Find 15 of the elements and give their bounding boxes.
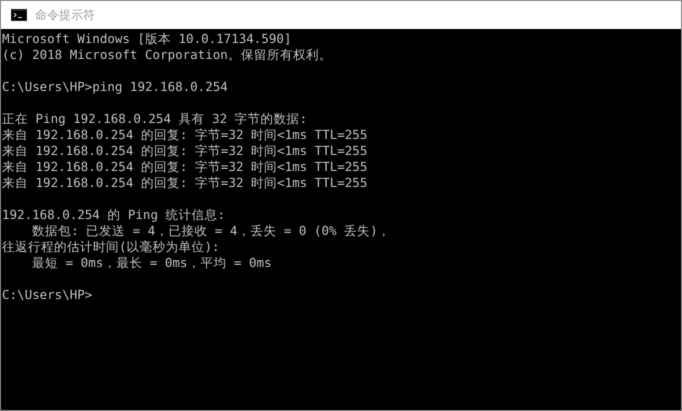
console-line: 正在 Ping 192.168.0.254 具有 32 字节的数据: [2,111,308,127]
console-line: C:\Users\HP> [2,287,92,303]
console-line: 来自 192.168.0.254 的回复: 字节=32 时间<1ms TTL=255 [2,127,368,143]
console-line: 最短 = 0ms，最长 = 0ms，平均 = 0ms [31,255,272,271]
console-line: 192.168.0.254 的 Ping 统计信息: [2,207,226,223]
console-line: 来自 192.168.0.254 的回复: 字节=32 时间<1ms TTL=255 [2,159,368,175]
console-line: 往返行程的估计时间(以毫秒为单位): [2,239,220,255]
console-line: (c) 2018 Microsoft Corporation。保留所有权利。 [2,47,332,63]
console-line: 数据包: 已发送 = 4，已接收 = 4，丢失 = 0 (0% 丢失)， [31,223,391,239]
window-title: 命令提示符 [35,6,95,24]
console-line: Microsoft Windows [版本 10.0.17134.590] [2,31,292,47]
console-line: 来自 192.168.0.254 的回复: 字节=32 时间<1ms TTL=255 [2,175,368,191]
terminal-icon [11,9,27,21]
console-line: C:\Users\HP>ping 192.168.0.254 [2,79,228,95]
console-line: 来自 192.168.0.254 的回复: 字节=32 时间<1ms TTL=255 [2,143,368,159]
